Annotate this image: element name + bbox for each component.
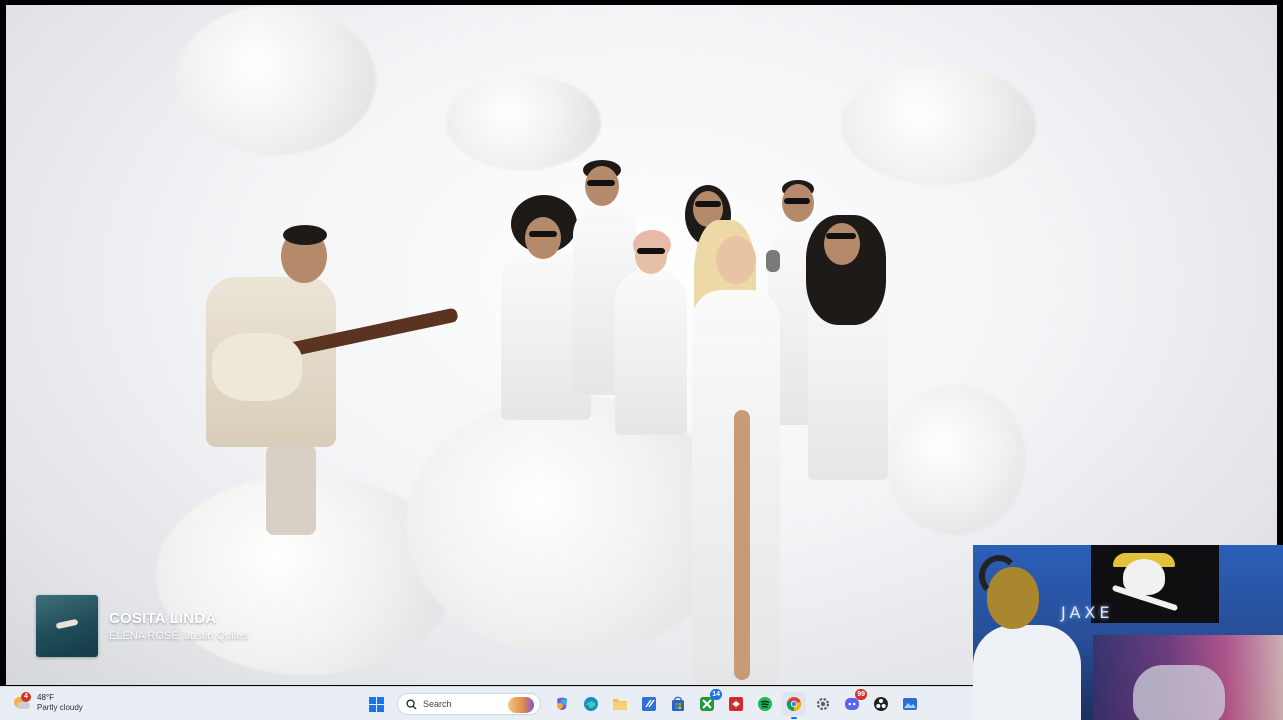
- record-icon: [729, 697, 743, 711]
- spotify-button[interactable]: [753, 692, 777, 716]
- album-cover-swimmer-icon: [36, 595, 98, 657]
- cloud-decoration: [446, 75, 601, 170]
- lead-singer: [686, 220, 816, 685]
- weather-temperature: 48°F: [37, 693, 54, 702]
- copilot-icon: [557, 697, 567, 710]
- obs-icon: [874, 697, 888, 711]
- code-editor-icon: [642, 697, 656, 711]
- choir-member: [611, 230, 691, 440]
- cloud-decoration: [841, 65, 1036, 185]
- edge-icon: [584, 697, 598, 711]
- photos-button[interactable]: [898, 692, 922, 716]
- song-title: COSITA LINDA: [109, 610, 217, 627]
- start-button[interactable]: [364, 692, 388, 716]
- settings-button[interactable]: [811, 692, 835, 716]
- taskbar: 4 48°F Partly cloudy Search 14 99: [0, 686, 973, 720]
- headset-icon: [979, 555, 1019, 597]
- cloud-decoration: [886, 385, 1026, 535]
- streamer: [973, 625, 1081, 720]
- track-info: COSITA LINDA ELENA ROSE, Justin Quiles: [109, 610, 248, 642]
- now-playing-card: COSITA LINDA ELENA ROSE, Justin Quiles: [36, 595, 248, 657]
- guitarist-figure: [186, 225, 466, 555]
- search-highlight-icon: [508, 697, 534, 713]
- windows-icon: [368, 696, 384, 712]
- weather-text: 48°F Partly cloudy: [37, 693, 83, 713]
- store-button[interactable]: [666, 692, 690, 716]
- recorder-button[interactable]: [724, 692, 748, 716]
- active-indicator: [791, 717, 797, 719]
- chrome-button[interactable]: [782, 692, 806, 719]
- copilot-button[interactable]: [550, 692, 574, 716]
- neon-sign: JAXE: [1061, 603, 1114, 622]
- weather-widget[interactable]: 4 48°F Partly cloudy: [12, 692, 83, 713]
- photos-icon: [903, 698, 917, 710]
- store-icon: [672, 696, 684, 711]
- folder-icon: [613, 699, 627, 710]
- gear-icon: [816, 697, 830, 711]
- controller-icon: [1133, 665, 1225, 720]
- cloud-decoration: [176, 5, 376, 155]
- xbox-button[interactable]: 14: [695, 689, 722, 716]
- song-artists: ELENA ROSE, Justin Quiles: [109, 630, 248, 642]
- xbox-badge: 14: [710, 689, 722, 700]
- weather-badge: 4: [21, 692, 31, 702]
- file-explorer-button[interactable]: [608, 692, 632, 716]
- partly-cloudy-icon: 4: [12, 692, 31, 711]
- taskbar-apps: 14 99: [364, 689, 922, 719]
- weather-condition: Partly cloudy: [37, 703, 83, 712]
- spotify-icon: [758, 697, 772, 711]
- edge-button[interactable]: [579, 692, 603, 716]
- search-icon: [406, 698, 417, 710]
- obs-button[interactable]: [869, 692, 893, 716]
- discord-badge: 99: [855, 689, 867, 700]
- search-box[interactable]: [397, 693, 541, 715]
- code-editor-button[interactable]: [637, 692, 661, 716]
- webcam-overlay: JAXE: [973, 545, 1283, 720]
- search-input[interactable]: [423, 699, 503, 709]
- discord-button[interactable]: 99: [840, 689, 867, 716]
- chrome-icon: [786, 697, 801, 712]
